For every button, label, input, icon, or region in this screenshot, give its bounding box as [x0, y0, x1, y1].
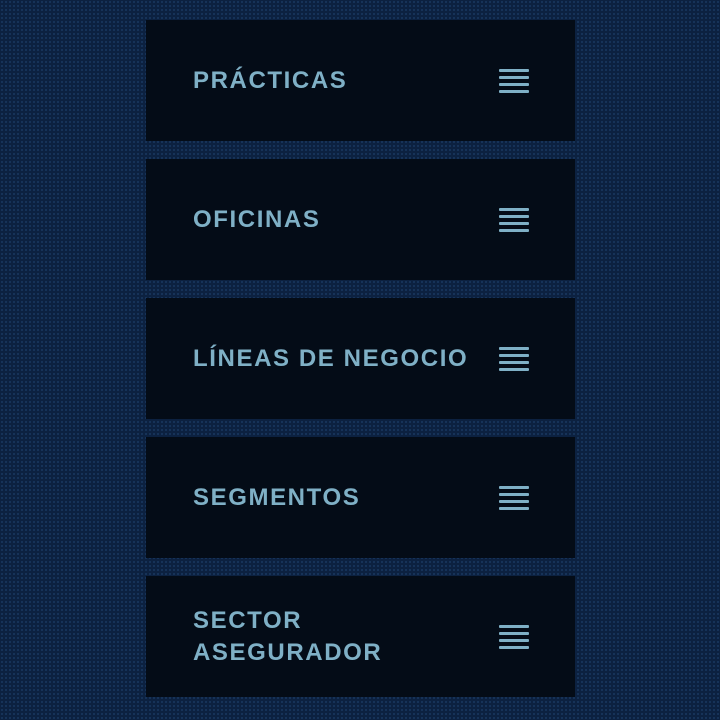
hamburger-icon[interactable] — [499, 485, 529, 510]
menu-item-label: SEGMENTOS — [193, 483, 361, 511]
hamburger-icon[interactable] — [499, 207, 529, 232]
menu-item-label: SECTOR ASEGURADOR — [193, 606, 383, 666]
hamburger-icon[interactable] — [499, 68, 529, 93]
menu-item-segmentos[interactable]: SEGMENTOS — [146, 437, 575, 558]
menu-item-practicas[interactable]: PRÁCTICAS — [146, 20, 575, 141]
menu-item-label: LÍNEAS DE NEGOCIO — [193, 344, 469, 372]
menu-item-label: OFICINAS — [193, 205, 321, 233]
accordion-menu: PRÁCTICAS OFICINAS LÍNEAS DE NEGOCIO SEG… — [146, 20, 575, 697]
menu-item-label: PRÁCTICAS — [193, 66, 348, 94]
hamburger-icon[interactable] — [499, 346, 529, 371]
menu-item-sector-asegurador[interactable]: SECTOR ASEGURADOR — [146, 576, 575, 697]
menu-item-lineas-de-negocio[interactable]: LÍNEAS DE NEGOCIO — [146, 298, 575, 419]
menu-item-oficinas[interactable]: OFICINAS — [146, 159, 575, 280]
hamburger-icon[interactable] — [499, 624, 529, 649]
